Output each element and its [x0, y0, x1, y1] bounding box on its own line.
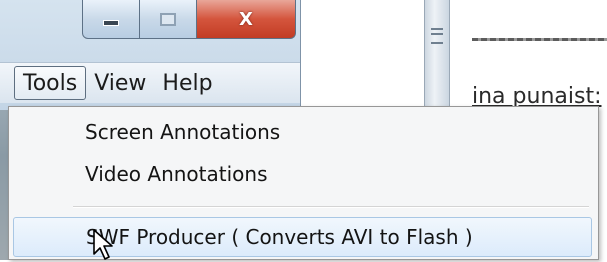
minimize-button[interactable] — [82, 0, 140, 39]
mouse-cursor-icon — [93, 229, 113, 260]
close-icon: X — [239, 8, 253, 30]
menu-item-screen-annotations[interactable]: Screen Annotations — [13, 113, 592, 151]
splitter-handle[interactable] — [424, 0, 450, 112]
menu-tools[interactable]: Tools — [14, 66, 87, 100]
menu-separator — [73, 206, 589, 208]
close-button[interactable]: X — [197, 0, 296, 39]
background-document: ina punaist: — [462, 0, 607, 112]
menu-view[interactable]: View — [86, 66, 154, 100]
menu-help[interactable]: Help — [154, 66, 220, 100]
app-window: X Tools View Help — [0, 0, 301, 110]
grip-icon — [431, 28, 443, 44]
maximize-button[interactable] — [140, 0, 197, 39]
maximize-icon — [160, 12, 176, 26]
menu-item-video-annotations[interactable]: Video Annotations — [13, 155, 592, 193]
minimize-icon — [103, 20, 119, 26]
document-rule — [472, 38, 607, 41]
caption-buttons: X — [82, 0, 296, 40]
menu-bar: Tools View Help — [0, 62, 300, 103]
